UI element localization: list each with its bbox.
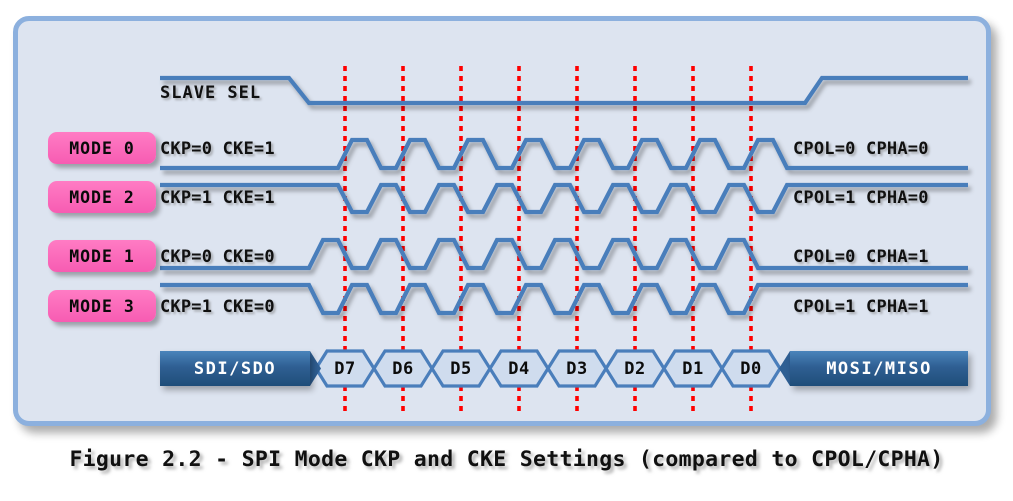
cpol-cpha-label-mode3: CPOL=1 CPHA=1 bbox=[793, 297, 929, 317]
figure-caption: Figure 2.2 - SPI Mode CKP and CKE Settin… bbox=[69, 447, 944, 472]
data-bit-D5: D5 bbox=[450, 358, 472, 379]
data-bit-D1: D1 bbox=[682, 358, 704, 379]
bus-block-sdi-sdo: SDI/SDO bbox=[160, 351, 310, 386]
mode-badge-0[interactable]: MODE 0 bbox=[48, 132, 156, 164]
cpol-cpha-label-mode1: CPOL=0 CPHA=1 bbox=[793, 247, 929, 267]
data-bit-D0: D0 bbox=[740, 358, 762, 379]
data-bit-D4: D4 bbox=[508, 358, 530, 379]
ckp-cke-label-mode2: CKP=1 CKE=1 bbox=[160, 188, 275, 208]
data-bit-D2: D2 bbox=[624, 358, 646, 379]
data-bit-D7: D7 bbox=[334, 358, 356, 379]
cpol-cpha-label-mode0: CPOL=0 CPHA=0 bbox=[793, 139, 929, 159]
figure-container: SLAVE SEL MODE 0 MODE 2 MODE 1 MODE 3 CK… bbox=[0, 0, 1013, 501]
mode-badge-1[interactable]: MODE 1 bbox=[48, 240, 156, 272]
ckp-cke-label-mode3: CKP=1 CKE=0 bbox=[160, 297, 275, 317]
slave-select-label: SLAVE SEL bbox=[160, 83, 262, 103]
ckp-cke-label-mode0: CKP=0 CKE=1 bbox=[160, 139, 275, 159]
cpol-cpha-label-mode2: CPOL=1 CPHA=0 bbox=[793, 188, 929, 208]
mode-badge-2[interactable]: MODE 2 bbox=[48, 181, 156, 213]
data-bit-D3: D3 bbox=[566, 358, 588, 379]
data-bit-D6: D6 bbox=[392, 358, 414, 379]
mode-badge-3[interactable]: MODE 3 bbox=[48, 290, 156, 322]
ckp-cke-label-mode1: CKP=0 CKE=0 bbox=[160, 247, 275, 267]
bus-block-mosi-miso: MOSI/MISO bbox=[790, 351, 968, 386]
